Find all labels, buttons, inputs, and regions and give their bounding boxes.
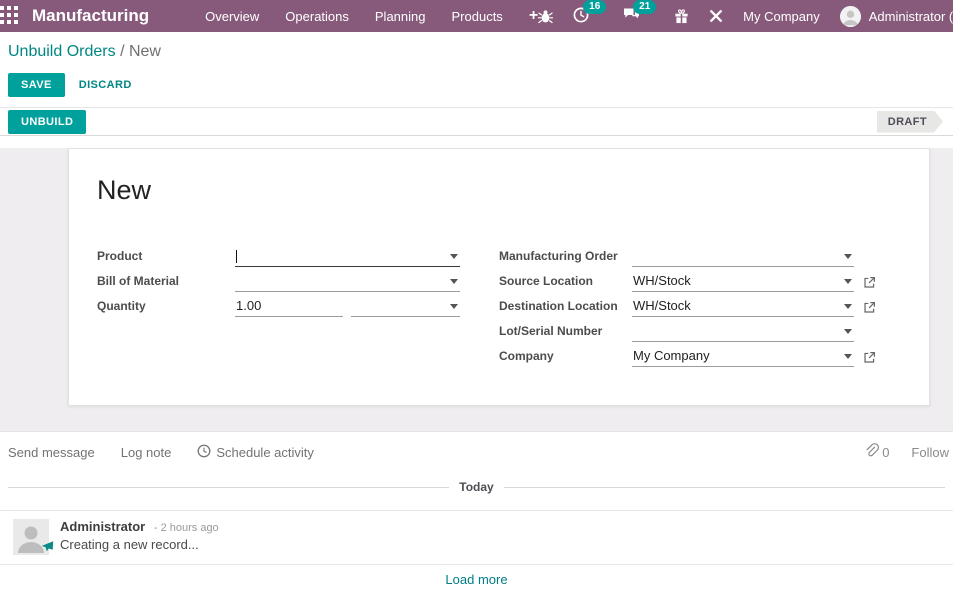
send-message-button[interactable]: Send message — [8, 445, 95, 460]
quantity-input[interactable]: 1.00 — [235, 296, 343, 317]
message-author[interactable]: Administrator — [60, 519, 145, 534]
debug-bug-icon[interactable] — [538, 9, 554, 24]
external-link-icon[interactable] — [863, 276, 876, 292]
chatter-toolbar-right: 0 Follow — [864, 443, 949, 461]
menu-operations[interactable]: Operations — [285, 9, 349, 24]
source-location-input[interactable]: WH/Stock — [632, 271, 854, 292]
activities-menu[interactable]: 16 — [573, 0, 607, 26]
form-sheet: New Product Bill of Material Quantity 1.… — [68, 148, 930, 406]
control-panel: Unbuild Orders / New SAVE DISCARD — [0, 32, 953, 107]
field-row-lot-serial: Lot/Serial Number — [499, 317, 901, 342]
dropdown-caret-icon[interactable] — [844, 304, 852, 309]
paperclip-icon — [864, 443, 880, 461]
field-row-quantity: Quantity 1.00 — [97, 292, 499, 317]
discard-button[interactable]: DISCARD — [79, 79, 132, 91]
quantity-label: Quantity — [97, 299, 146, 313]
field-row-company: Company My Company — [499, 342, 901, 367]
divider-line — [503, 486, 946, 488]
chatter: Send message Log note Schedule activity … — [0, 431, 953, 587]
bom-label: Bill of Material — [97, 274, 180, 288]
product-input[interactable] — [235, 246, 460, 267]
load-more-link[interactable]: Load more — [445, 572, 507, 587]
menu-products[interactable]: Products — [452, 9, 503, 24]
dropdown-caret-icon[interactable] — [844, 279, 852, 284]
lot-serial-label: Lot/Serial Number — [499, 324, 603, 338]
field-row-source-location: Source Location WH/Stock — [499, 267, 901, 292]
form-view-background: New Product Bill of Material Quantity 1.… — [0, 148, 953, 431]
message-type-plane-icon — [41, 540, 54, 558]
field-row-manufacturing-order: Manufacturing Order — [499, 242, 901, 267]
control-panel-buttons: SAVE DISCARD — [8, 73, 945, 97]
breadcrumb: Unbuild Orders / New — [8, 43, 945, 61]
tools-icon[interactable] — [709, 9, 723, 23]
app-name[interactable]: Manufacturing — [32, 6, 149, 26]
company-label: Company — [499, 349, 554, 363]
destination-location-label: Destination Location — [499, 299, 618, 313]
plus-menu-button[interactable]: + — [529, 7, 538, 25]
messages-menu[interactable]: 21 — [623, 0, 657, 25]
menu-planning[interactable]: Planning — [375, 9, 426, 24]
breadcrumb-current: New — [128, 43, 161, 60]
field-row-bom: Bill of Material — [97, 267, 499, 292]
message-avatar — [13, 519, 54, 555]
systray: 16 21 My Company Administrator ( — [538, 0, 953, 27]
dropdown-caret-icon[interactable] — [450, 279, 458, 284]
apps-grid-icon — [0, 5, 18, 27]
dropdown-caret-icon[interactable] — [844, 354, 852, 359]
date-divider: Today — [0, 480, 953, 494]
field-row-destination-location: Destination Location WH/Stock — [499, 292, 901, 317]
clock-icon — [197, 444, 211, 461]
message-timestamp: - 2 hours ago — [153, 522, 219, 534]
chatter-message: Administrator - 2 hours ago Creating a n… — [0, 510, 953, 565]
main-menu: Overview Operations Planning Products — [205, 9, 503, 24]
text-cursor — [236, 250, 237, 263]
mo-label: Manufacturing Order — [499, 249, 618, 263]
message-count-badge: 21 — [633, 0, 657, 14]
activity-count-badge: 16 — [583, 0, 607, 14]
schedule-activity-button[interactable]: Schedule activity — [197, 444, 314, 461]
menu-overview[interactable]: Overview — [205, 9, 259, 24]
dropdown-caret-icon[interactable] — [844, 254, 852, 259]
log-note-button[interactable]: Log note — [121, 445, 172, 460]
user-menu[interactable]: Administrator ( — [869, 9, 953, 24]
form-right-column: Manufacturing Order Source Location WH/S… — [499, 242, 901, 367]
company-input[interactable]: My Company — [632, 346, 854, 367]
message-body: Creating a new record... — [60, 537, 199, 552]
attachments-button[interactable]: 0 — [864, 443, 889, 461]
status-draft[interactable]: DRAFT — [877, 111, 943, 133]
unbuild-button[interactable]: UNBUILD — [8, 109, 87, 134]
divider-line — [8, 486, 450, 488]
product-label: Product — [97, 249, 143, 263]
chatter-toolbar: Send message Log note Schedule activity … — [0, 432, 953, 471]
attachment-count: 0 — [882, 444, 890, 460]
lot-serial-input[interactable] — [632, 321, 854, 342]
external-link-icon[interactable] — [863, 301, 876, 317]
dropdown-caret-icon[interactable] — [844, 329, 852, 334]
external-link-icon[interactable] — [863, 351, 876, 367]
dropdown-caret-icon[interactable] — [450, 304, 458, 309]
breadcrumb-unbuild-orders[interactable]: Unbuild Orders — [8, 43, 116, 60]
field-row-product: Product — [97, 242, 499, 267]
breadcrumb-separator: / — [120, 43, 125, 60]
gift-icon[interactable] — [674, 8, 689, 24]
manufacturing-order-input[interactable] — [632, 246, 854, 267]
user-avatar[interactable] — [839, 5, 861, 27]
save-button[interactable]: SAVE — [8, 73, 65, 97]
message-content: Administrator - 2 hours ago Creating a n… — [60, 519, 219, 555]
destination-location-input[interactable]: WH/Stock — [632, 296, 854, 317]
form-left-column: Product Bill of Material Quantity 1.00 — [97, 242, 499, 367]
form-statusbar: UNBUILD DRAFT — [0, 107, 953, 136]
company-switcher[interactable]: My Company — [743, 9, 820, 24]
follow-button[interactable]: Follow — [911, 445, 949, 460]
top-navbar: Manufacturing Overview Operations Planni… — [0, 0, 953, 32]
uom-input[interactable] — [351, 296, 460, 317]
dropdown-caret-icon[interactable] — [450, 254, 458, 259]
apps-menu-button[interactable] — [0, 0, 18, 32]
load-more-row: Load more — [0, 572, 953, 587]
source-location-label: Source Location — [499, 274, 594, 288]
bom-input[interactable] — [235, 271, 460, 292]
date-divider-label: Today — [459, 480, 494, 494]
record-title: New — [97, 175, 152, 205]
